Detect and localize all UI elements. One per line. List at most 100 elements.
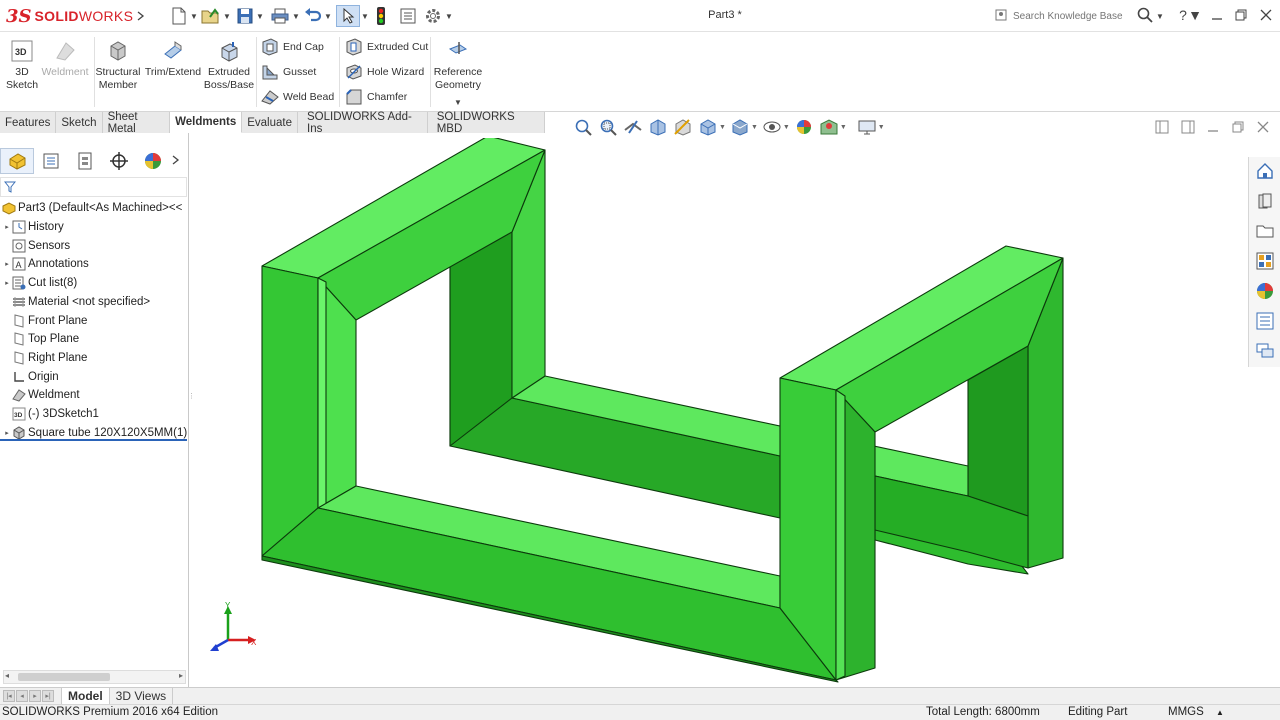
options-gear-icon[interactable]: [422, 5, 444, 27]
expand-arrow-icon[interactable]: ▸: [2, 223, 12, 231]
tree-item-origin[interactable]: Origin: [2, 368, 59, 386]
tab-sheet-metal[interactable]: Sheet Metal: [102, 111, 171, 135]
unit-system-text[interactable]: MMGS: [1168, 706, 1204, 718]
extruded-boss-base-button[interactable]: Extruded Boss/Base: [204, 39, 254, 92]
close-icon[interactable]: [1255, 4, 1277, 26]
minimize-icon[interactable]: [1206, 4, 1228, 26]
trim-extend-button[interactable]: Trim/Extend: [145, 39, 201, 79]
expand-arrow-icon[interactable]: ▸: [2, 279, 12, 287]
tab-3d-views[interactable]: 3D Views: [110, 688, 174, 704]
view-orientation-icon[interactable]: [697, 117, 719, 137]
tab-solidworks-mbd[interactable]: SOLIDWORKS MBD: [427, 111, 545, 135]
user-icon[interactable]: [995, 9, 1007, 24]
zoom-to-fit-icon[interactable]: [572, 117, 594, 137]
tree-item-annotations[interactable]: ▸ A Annotations: [2, 255, 89, 273]
chamfer-button[interactable]: Chamfer: [345, 86, 407, 108]
viewport-minimize-icon[interactable]: [1204, 119, 1222, 135]
previous-view-icon[interactable]: [622, 117, 644, 137]
tree-item-weldment[interactable]: Weldment: [2, 386, 80, 404]
viewport-close-icon[interactable]: [1254, 119, 1272, 135]
file-explorer-folder-icon[interactable]: [1253, 219, 1277, 243]
graphics-area[interactable]: Y X: [190, 135, 1246, 686]
tab-model[interactable]: Model: [61, 688, 110, 704]
print-dropdown-icon[interactable]: ▼: [292, 5, 300, 27]
reference-geometry-dropdown-icon[interactable]: ▼: [454, 96, 462, 109]
structural-member-button[interactable]: Structural Member: [96, 39, 140, 92]
search-dropdown-icon[interactable]: ▼: [1156, 12, 1164, 21]
hole-wizard-button[interactable]: Hole Wizard: [345, 61, 424, 83]
solidworks-resources-home-icon[interactable]: [1253, 159, 1277, 183]
undo-icon[interactable]: [302, 5, 324, 27]
nav-last-icon[interactable]: ▸|: [42, 690, 54, 702]
gusset-button[interactable]: Gusset: [261, 61, 316, 83]
select-arrow-icon[interactable]: [336, 5, 360, 27]
configuration-manager-tab[interactable]: [68, 148, 102, 174]
nav-prev-icon[interactable]: ◂: [16, 690, 28, 702]
view-orientation-dropdown-icon[interactable]: ▼: [719, 124, 726, 131]
tab-sketch[interactable]: Sketch: [56, 112, 103, 133]
tree-item-material-not-specified[interactable]: Material <not specified>: [2, 293, 150, 311]
more-tabs-chevron-icon[interactable]: [170, 154, 182, 168]
open-dropdown-icon[interactable]: ▼: [223, 5, 231, 27]
viewport-restore-icon[interactable]: [1229, 119, 1247, 135]
search-icon[interactable]: [1137, 7, 1153, 26]
scroll-right-icon[interactable]: ▸: [179, 671, 183, 680]
tree-filter[interactable]: [0, 177, 187, 197]
tab-solidworks-add-ins[interactable]: SOLIDWORKS Add-Ins: [298, 111, 428, 135]
hide-show-items-icon[interactable]: [761, 117, 783, 137]
tree-item-front-plane[interactable]: Front Plane: [2, 312, 87, 330]
save-icon[interactable]: [234, 5, 256, 27]
tree-item-history[interactable]: ▸ History: [2, 218, 64, 236]
hide-show-dropdown-icon[interactable]: ▼: [783, 124, 790, 131]
weld-bead-button[interactable]: Weld Bead: [261, 86, 334, 108]
display-style-icon[interactable]: [729, 117, 751, 137]
weldment-model-3d[interactable]: Y X: [190, 135, 1246, 686]
select-dropdown-icon[interactable]: ▼: [361, 5, 369, 27]
tree-root-part[interactable]: Part3 (Default<As Machined><<: [2, 199, 182, 217]
restore-icon[interactable]: [1230, 4, 1252, 26]
dynamic-annotation-icon[interactable]: [672, 117, 694, 137]
new-dropdown-icon[interactable]: ▼: [190, 5, 198, 27]
open-folder-icon[interactable]: [199, 5, 223, 27]
nav-next-icon[interactable]: ▸: [29, 690, 41, 702]
display-manager-tab[interactable]: [136, 148, 170, 174]
save-dropdown-icon[interactable]: ▼: [256, 5, 264, 27]
viewport-tile-left-icon[interactable]: [1153, 119, 1171, 135]
tree-item-sensors[interactable]: Sensors: [2, 237, 70, 255]
scroll-left-icon[interactable]: ◂: [5, 671, 9, 680]
3d-sketch-button[interactable]: 3D 3D Sketch: [6, 39, 38, 92]
search-box[interactable]: ▼: [995, 6, 1165, 26]
apply-scene-icon[interactable]: [818, 117, 840, 137]
weldment-button[interactable]: Weldment: [40, 39, 90, 79]
unit-system-dropdown-icon[interactable]: ▲: [1216, 708, 1224, 717]
appearances-scenes-icon[interactable]: [1253, 279, 1277, 303]
view-settings-dropdown-icon[interactable]: ▼: [878, 124, 885, 131]
expand-arrow-icon[interactable]: ▸: [2, 429, 12, 437]
forum-chat-icon[interactable]: [1253, 339, 1277, 363]
print-icon[interactable]: [268, 5, 292, 27]
section-view-icon[interactable]: [647, 117, 669, 137]
solidworks-logo[interactable]: 3S SOLIDWORKS: [6, 5, 133, 27]
tab-evaluate[interactable]: Evaluate: [242, 112, 298, 133]
property-manager-tab[interactable]: [34, 148, 68, 174]
tree-item-top-plane[interactable]: Top Plane: [2, 330, 79, 348]
tab-features[interactable]: Features: [0, 112, 57, 133]
file-properties-icon[interactable]: [397, 5, 419, 27]
view-palette-icon[interactable]: [1253, 249, 1277, 273]
view-settings-icon[interactable]: [856, 117, 878, 137]
zoom-to-area-icon[interactable]: [597, 117, 619, 137]
display-style-dropdown-icon[interactable]: ▼: [751, 124, 758, 131]
reference-geometry-button[interactable]: Reference Geometry ▼: [433, 39, 483, 109]
rebuild-traffic-light-icon[interactable]: [372, 5, 390, 27]
viewport-tile-right-icon[interactable]: [1179, 119, 1197, 135]
tab-weldments[interactable]: Weldments: [170, 112, 243, 133]
expand-arrow-icon[interactable]: ▸: [2, 260, 12, 268]
undo-dropdown-icon[interactable]: ▼: [324, 5, 332, 27]
nav-first-icon[interactable]: |◂: [3, 690, 15, 702]
custom-properties-icon[interactable]: [1253, 309, 1277, 333]
menu-expand-icon[interactable]: [136, 5, 146, 27]
new-document-icon[interactable]: [168, 5, 190, 27]
tree-horizontal-scrollbar[interactable]: ◂ ▸: [3, 670, 186, 684]
end-cap-button[interactable]: End Cap: [261, 36, 324, 58]
featuremanager-tree-tab[interactable]: [0, 148, 34, 174]
